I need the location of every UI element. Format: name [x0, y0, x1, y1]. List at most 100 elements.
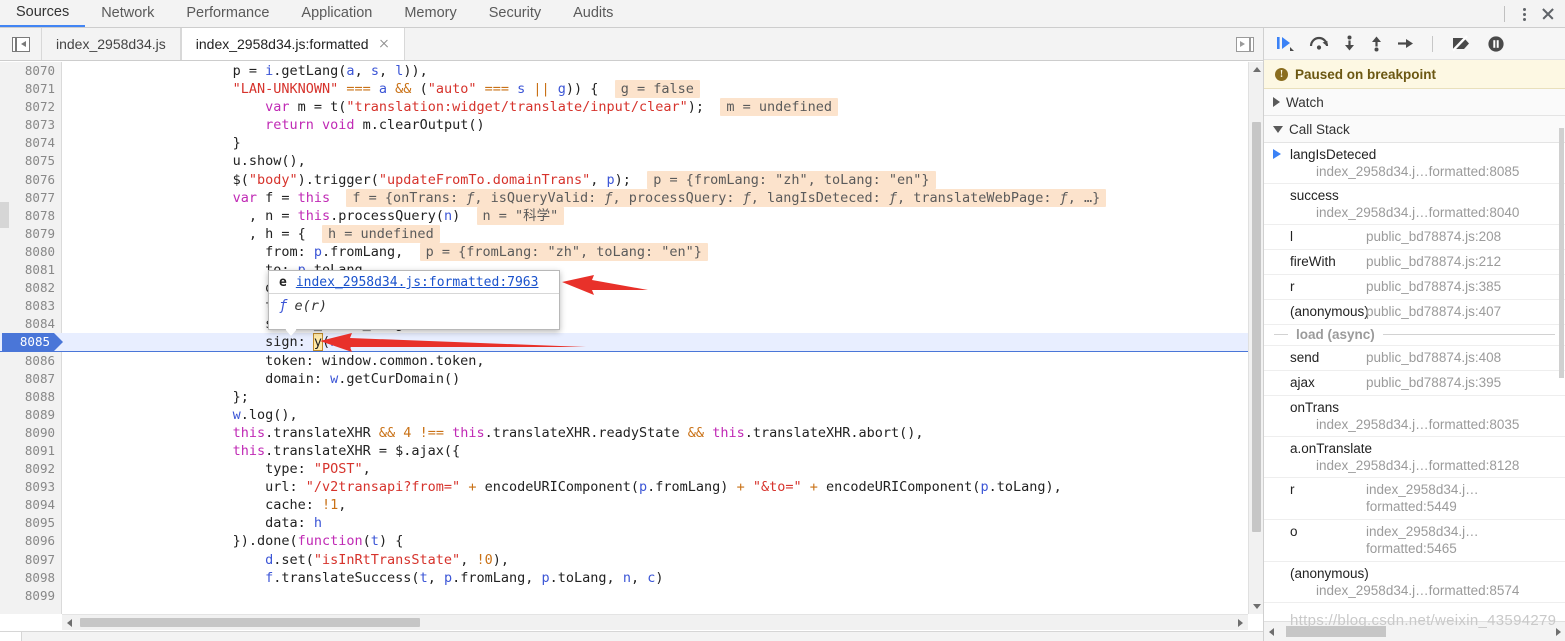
pause-on-exceptions-icon[interactable]: [1487, 35, 1505, 53]
code-editor[interactable]: 8070 p = i.getLang(a, s, l)), 8071 "LAN-UNK…: [0, 62, 1263, 614]
line-number[interactable]: 8084: [0, 315, 55, 333]
line-number[interactable]: 8081: [0, 261, 55, 279]
code-line-executing[interactable]: 8085sign: y(n),: [0, 333, 1263, 352]
call-stack-frame[interactable]: onTrans index_2958d34.j…formatted:8035: [1264, 396, 1565, 437]
code-line[interactable]: 8094 cache: !1,: [0, 496, 1263, 514]
step-icon[interactable]: [1397, 35, 1414, 52]
step-over-next-function-call-icon[interactable]: [1309, 35, 1329, 52]
call-stack-frame[interactable]: success index_2958d34.j…formatted:8040: [1264, 184, 1565, 225]
call-stack-frame[interactable]: ajax public_bd78874.js:395: [1264, 371, 1565, 396]
file-tab-index-js[interactable]: index_2958d34.js: [42, 28, 181, 60]
show-debugger-icon[interactable]: [1236, 36, 1254, 52]
code-line[interactable]: 8075 u.show(),: [0, 152, 1263, 170]
code-line[interactable]: 8092 type: "POST",: [0, 460, 1263, 478]
panel-tab-security[interactable]: Security: [473, 0, 557, 27]
line-number[interactable]: 8071: [0, 80, 55, 98]
code-line[interactable]: 8099: [0, 587, 1263, 605]
code-line[interactable]: 8080 from: p.fromLang, p = {fromLang: "zh…: [0, 242, 1263, 261]
call-stack-frame[interactable]: o index_2958d34.j…formatted:5465: [1264, 520, 1565, 562]
line-number[interactable]: 8070: [0, 62, 55, 80]
call-stack-section-header[interactable]: Call Stack: [1264, 116, 1565, 143]
code-line[interactable]: 8072 var m = t("translation:widget/transl…: [0, 98, 1263, 117]
line-number[interactable]: 8073: [0, 116, 55, 134]
line-number[interactable]: 8095: [0, 514, 55, 532]
line-number[interactable]: 8078: [0, 207, 55, 225]
line-number[interactable]: 8074: [0, 134, 55, 152]
code-line[interactable]: 8071 "LAN-UNKNOWN" === a && ("auto" === s…: [0, 80, 1263, 99]
code-line[interactable]: 8093 url: "/v2transapi?from=" + encodeURI…: [0, 478, 1263, 496]
line-number[interactable]: 8083: [0, 297, 55, 315]
line-number[interactable]: 8079: [0, 225, 55, 243]
call-stack-frame[interactable]: r index_2958d34.j…formatted:5449: [1264, 478, 1565, 520]
code-line[interactable]: 8091 this.translateXHR = $.ajax({: [0, 442, 1263, 460]
call-stack-frame[interactable]: a.onTranslate index_2958d34.j…formatted:8…: [1264, 437, 1565, 478]
code-line[interactable]: 8084simple_means_flag: 3,: [0, 315, 1263, 333]
code-line[interactable]: 8088};: [0, 388, 1263, 406]
line-number[interactable]: 8097: [0, 551, 55, 569]
show-navigator-button[interactable]: [0, 28, 42, 60]
line-number[interactable]: 8091: [0, 442, 55, 460]
call-stack-frame[interactable]: langIsDeteced index_2958d34.j…formatted:8…: [1264, 143, 1565, 184]
deactivate-breakpoints-icon[interactable]: [1451, 35, 1473, 52]
code-line[interactable]: 8089 w.log(),: [0, 406, 1263, 424]
code-line[interactable]: 8079 , h = { h = undefined: [0, 224, 1263, 243]
editor-vertical-scrollbar[interactable]: [1248, 62, 1263, 614]
call-stack-frame[interactable]: fireWith public_bd78874.js:212: [1264, 250, 1565, 275]
code-line[interactable]: 8097 d.set("isInRtTransState", !0),: [0, 551, 1263, 569]
line-number[interactable]: 8092: [0, 460, 55, 478]
panel-tab-audits[interactable]: Audits: [557, 0, 629, 27]
close-icon[interactable]: [1539, 5, 1557, 23]
more-vertical-icon[interactable]: [1515, 5, 1533, 23]
code-line[interactable]: 8095 data: h: [0, 514, 1263, 532]
line-number[interactable]: 8093: [0, 478, 55, 496]
code-line[interactable]: 8073 return void m.clearOutput(): [0, 116, 1263, 134]
panel-tab-sources[interactable]: Sources: [0, 0, 86, 27]
line-number[interactable]: 8096: [0, 532, 55, 550]
scroll-down-arrow-icon[interactable]: [1249, 599, 1264, 614]
file-tab-close-icon[interactable]: [378, 38, 390, 50]
line-number[interactable]: 8094: [0, 496, 55, 514]
code-line[interactable]: 8077 var f = this f = {onTrans: ƒ, isQuer…: [0, 188, 1263, 207]
horizontal-scroll-thumb[interactable]: [80, 618, 420, 627]
code-line[interactable]: 8078 , n = this.processQuery(n) n = "科学": [0, 206, 1263, 225]
step-into-next-function-call-icon[interactable]: [1343, 35, 1356, 52]
code-line[interactable]: 8090 this.translateXHR && 4 !== this.tran…: [0, 424, 1263, 442]
line-number[interactable]: 8098: [0, 569, 55, 587]
code-line[interactable]: 8070 p = i.getLang(a, s, l)),: [0, 62, 1263, 80]
code-line[interactable]: 8076 $("body").trigger("updateFromTo.doma…: [0, 170, 1263, 189]
resume-script-execution-icon[interactable]: [1276, 35, 1295, 52]
step-out-of-current-function-icon[interactable]: [1370, 35, 1383, 52]
popover-source-link[interactable]: index_2958d34.js:formatted:7963: [296, 275, 539, 290]
call-stack-frame[interactable]: l public_bd78874.js:208: [1264, 225, 1565, 250]
panel-tab-network[interactable]: Network: [85, 0, 170, 27]
panel-tab-application[interactable]: Application: [285, 0, 388, 27]
watch-section-header[interactable]: Watch: [1264, 89, 1565, 116]
line-number[interactable]: 8099: [0, 587, 55, 605]
line-number[interactable]: 8089: [0, 406, 55, 424]
code-line[interactable]: 8074}: [0, 134, 1263, 152]
file-tab-index-js-formatted[interactable]: index_2958d34.js:formatted: [180, 28, 405, 60]
line-number[interactable]: 8080: [0, 243, 55, 261]
line-number[interactable]: 8076: [0, 171, 55, 189]
debugger-vertical-scrollbar[interactable]: [1558, 118, 1565, 548]
call-stack-frame[interactable]: (anonymous) public_bd78874.js:407: [1264, 300, 1565, 325]
code-line[interactable]: 8098 f.translateSuccess(t, p.fromLang, p.…: [0, 569, 1263, 587]
line-number[interactable]: 8077: [0, 189, 55, 207]
call-stack-frame[interactable]: (anonymous) index_2958d34.j…formatted:857…: [1264, 562, 1565, 603]
line-number[interactable]: 8087: [0, 370, 55, 388]
object-value-popover[interactable]: e index_2958d34.js:formatted:7963 ƒ e(r): [268, 270, 560, 336]
line-number[interactable]: 8075: [0, 152, 55, 170]
scroll-left-arrow-icon[interactable]: [62, 615, 77, 630]
scroll-right-arrow-icon[interactable]: [1233, 615, 1248, 630]
call-stack-frame[interactable]: r public_bd78874.js:385: [1264, 275, 1565, 300]
line-number[interactable]: 8086: [0, 352, 55, 370]
editor-horizontal-scrollbar[interactable]: [62, 614, 1248, 630]
code-line[interactable]: 8087 domain: w.getCurDomain(): [0, 370, 1263, 388]
line-number[interactable]: 8072: [0, 98, 55, 116]
scroll-left-arrow-icon[interactable]: [1264, 624, 1279, 639]
line-number[interactable]: 8090: [0, 424, 55, 442]
vertical-scroll-thumb[interactable]: [1252, 122, 1261, 532]
code-line[interactable]: 8086 token: window.common.token,: [0, 352, 1263, 370]
scroll-up-arrow-icon[interactable]: [1249, 62, 1264, 77]
debugger-scroll-thumb[interactable]: [1559, 128, 1564, 378]
